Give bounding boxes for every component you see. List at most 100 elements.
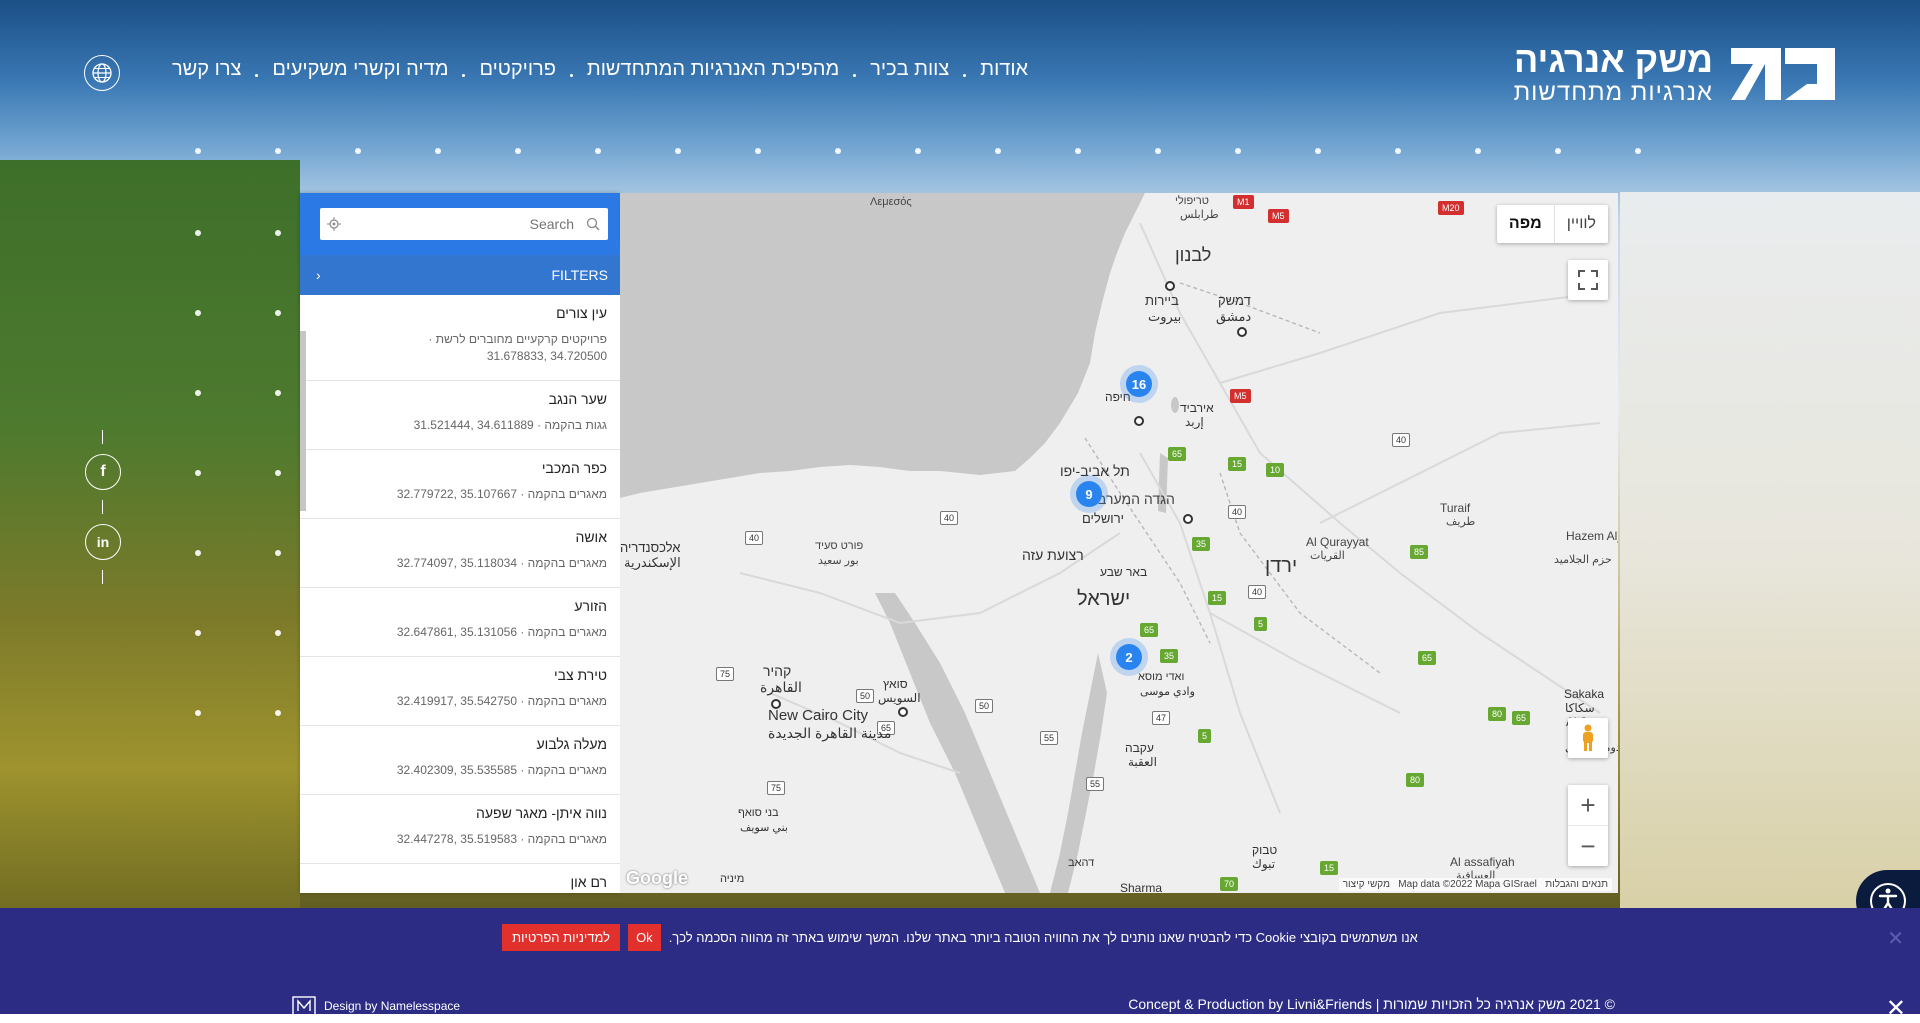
road-shield: M5 xyxy=(1230,389,1251,403)
city-dot xyxy=(1183,514,1193,524)
nav-revolution[interactable]: מהפיכת האנרגיות המתחדשות xyxy=(573,58,853,81)
list-item[interactable]: הזורע מאגרים בהקמה · 35.131056 ,32.64786… xyxy=(300,588,620,657)
street-view-pegman[interactable] xyxy=(1568,718,1608,758)
list-item-subtitle: מאגרים בהקמה · 35.519583 ,32.447278 xyxy=(396,832,607,846)
list-item[interactable]: עין צורים פרויקטים קרקעיים מחוברים לרשת … xyxy=(300,295,620,381)
map-label-sakaka-ar: سكاكا xyxy=(1565,701,1595,715)
map-label-turaif: Turaif xyxy=(1440,501,1471,515)
terms-link[interactable]: תנאים והגבלות xyxy=(1545,879,1608,890)
list-item-title: שער הנגב xyxy=(548,391,607,407)
nav-media-investors[interactable]: מדיה וקשרי משקיעים xyxy=(258,58,462,81)
map-type-satellite-button[interactable]: לוויין xyxy=(1553,205,1608,243)
list-item[interactable]: אושה מאגרים בהקמה · 35.118034 ,32.774097 xyxy=(300,519,620,588)
locate-icon[interactable] xyxy=(320,217,348,231)
decorative-dot xyxy=(1235,148,1241,154)
map-label-qurayyat-ar: القريات xyxy=(1310,550,1345,562)
map-label-tabuk: טבוק xyxy=(1252,843,1278,857)
decorative-dot xyxy=(275,148,281,154)
marker-cluster[interactable]: 9 xyxy=(1070,475,1108,513)
map-view[interactable]: M1 M5 M20 M5 40 65 15 10 40 35 85 40 15 5 65 35 47 55 5 65 8… xyxy=(620,193,1618,893)
decorative-dot xyxy=(275,630,281,636)
cookie-close-icon[interactable]: ✕ xyxy=(1887,926,1904,951)
map-label-cairo: קהיר xyxy=(763,663,792,679)
road-shield: 35 xyxy=(1192,537,1211,551)
namelesspace-logo-icon xyxy=(292,996,316,1016)
list-scrollbar[interactable] xyxy=(300,331,306,511)
road-shield: 15 xyxy=(1208,591,1227,605)
list-item-subtitle: מאגרים בהקמה · 35.542750 ,32.419917 xyxy=(396,694,607,708)
list-item[interactable]: כפר המכבי מאגרים בהקמה · 35.107667 ,32.7… xyxy=(300,450,620,519)
map-label-alexandria: אלכסנדריה xyxy=(620,540,681,555)
design-credit[interactable]: Design by Namelesspace xyxy=(292,996,460,1016)
cookie-banner: אנו משתמשים בקובצי Cookie כדי להבטיח שאנ… xyxy=(0,908,1920,1022)
decorative-dot xyxy=(195,390,201,396)
search-box xyxy=(320,208,608,240)
map-label-benisuef-ar: بني سويف xyxy=(740,822,788,834)
search-input[interactable] xyxy=(348,208,608,240)
language-globe-icon[interactable] xyxy=(84,55,120,91)
road-shield: 65 xyxy=(1418,651,1437,665)
map-label-gaza: רצועת עזה xyxy=(1022,547,1084,563)
list-item-coords: 34.720500 ,31.678833 xyxy=(486,349,607,363)
decorative-dot xyxy=(195,310,201,316)
site-logo[interactable]: משק אנרגיה אנרגיות מתחדשות xyxy=(1514,41,1835,106)
map-label-lebanon: לבנון xyxy=(1175,245,1212,265)
marker-cluster[interactable]: 16 xyxy=(1120,365,1158,403)
nav-about[interactable]: אודות xyxy=(966,58,1042,81)
logo-mark-icon xyxy=(1731,48,1835,100)
cookie-ok-button[interactable]: Ok xyxy=(628,924,661,951)
zoom-in-button[interactable]: + xyxy=(1568,785,1608,826)
search-icon[interactable] xyxy=(586,217,600,236)
decorative-dot xyxy=(195,148,201,154)
facebook-icon[interactable]: f xyxy=(85,454,121,490)
list-item[interactable]: שער הנגב גגות בהקמה · 34.611889 ,31.5214… xyxy=(300,381,620,450)
list-item[interactable]: רם און xyxy=(300,864,620,893)
keyboard-shortcuts-link[interactable]: מקשי קיצור xyxy=(1343,879,1390,890)
map-label-portsaid-ar: بور سعيد xyxy=(818,555,859,567)
city-dot xyxy=(1237,327,1247,337)
list-item-title: כפר המכבי xyxy=(541,460,607,476)
list-item[interactable]: מעלה גלבוע מאגרים בהקמה · 35.535585 ,32.… xyxy=(300,726,620,795)
list-item-title: טירת צבי xyxy=(553,667,607,683)
map-label-hazem-ar: حزم الجلاميد xyxy=(1554,554,1612,566)
list-item[interactable]: נווה איתן- מאגר שפעה מאגרים בהקמה · 35.5… xyxy=(300,795,620,864)
road-shield: 55 xyxy=(1086,777,1105,791)
marker-cluster[interactable]: 2 xyxy=(1110,638,1148,676)
zoom-out-button[interactable]: − xyxy=(1568,826,1608,866)
list-item[interactable]: טירת צבי מאגרים בהקמה · 35.542750 ,32.41… xyxy=(300,657,620,726)
list-item-title: רם און xyxy=(570,874,607,890)
decorative-dot xyxy=(195,710,201,716)
city-dot xyxy=(771,699,781,709)
cluster-count: 16 xyxy=(1126,371,1152,397)
nav-projects[interactable]: פרויקטים xyxy=(465,58,569,81)
decorative-dot xyxy=(1635,148,1641,154)
zoom-control: + − xyxy=(1568,785,1608,866)
road-shield: 15 xyxy=(1320,861,1339,875)
nav-team[interactable]: צוות בכיר xyxy=(856,58,963,81)
fullscreen-button[interactable] xyxy=(1568,260,1608,300)
close-icon[interactable]: ✕ xyxy=(1886,994,1906,1023)
map-type-control: מפה לוויין xyxy=(1496,205,1608,243)
decorative-dot xyxy=(435,148,441,154)
linkedin-icon[interactable]: in xyxy=(85,524,121,560)
decorative-dot xyxy=(195,470,201,476)
map-label-sharma: Sharma xyxy=(1120,881,1163,893)
nav-contact[interactable]: צרו קשר xyxy=(158,58,255,81)
filters-toggle[interactable]: › FILTERS xyxy=(300,255,620,295)
list-item-subtitle: מאגרים בהקמה · 35.535585 ,32.402309 xyxy=(396,763,607,777)
road-shield: 40 xyxy=(1392,433,1411,447)
privacy-policy-button[interactable]: למדיניות הפרטיות xyxy=(502,924,621,951)
decorative-dot xyxy=(275,310,281,316)
road-shield: 75 xyxy=(716,667,735,681)
map-label-tripoli-ar: طرابلس xyxy=(1180,209,1219,221)
decorative-dot xyxy=(915,148,921,154)
gulf-of-suez xyxy=(875,593,1040,893)
decorative-dot xyxy=(275,230,281,236)
decorative-dot xyxy=(195,550,201,556)
cookie-row: אנו משתמשים בקובצי Cookie כדי להבטיח שאנ… xyxy=(0,924,1920,951)
road-shield: 47 xyxy=(1152,711,1171,725)
chevron-right-icon: › xyxy=(316,267,321,283)
road-shield: 40 xyxy=(940,511,959,525)
map-label-aqaba: עקבה xyxy=(1125,741,1154,755)
map-type-map-button[interactable]: מפה xyxy=(1497,205,1554,243)
